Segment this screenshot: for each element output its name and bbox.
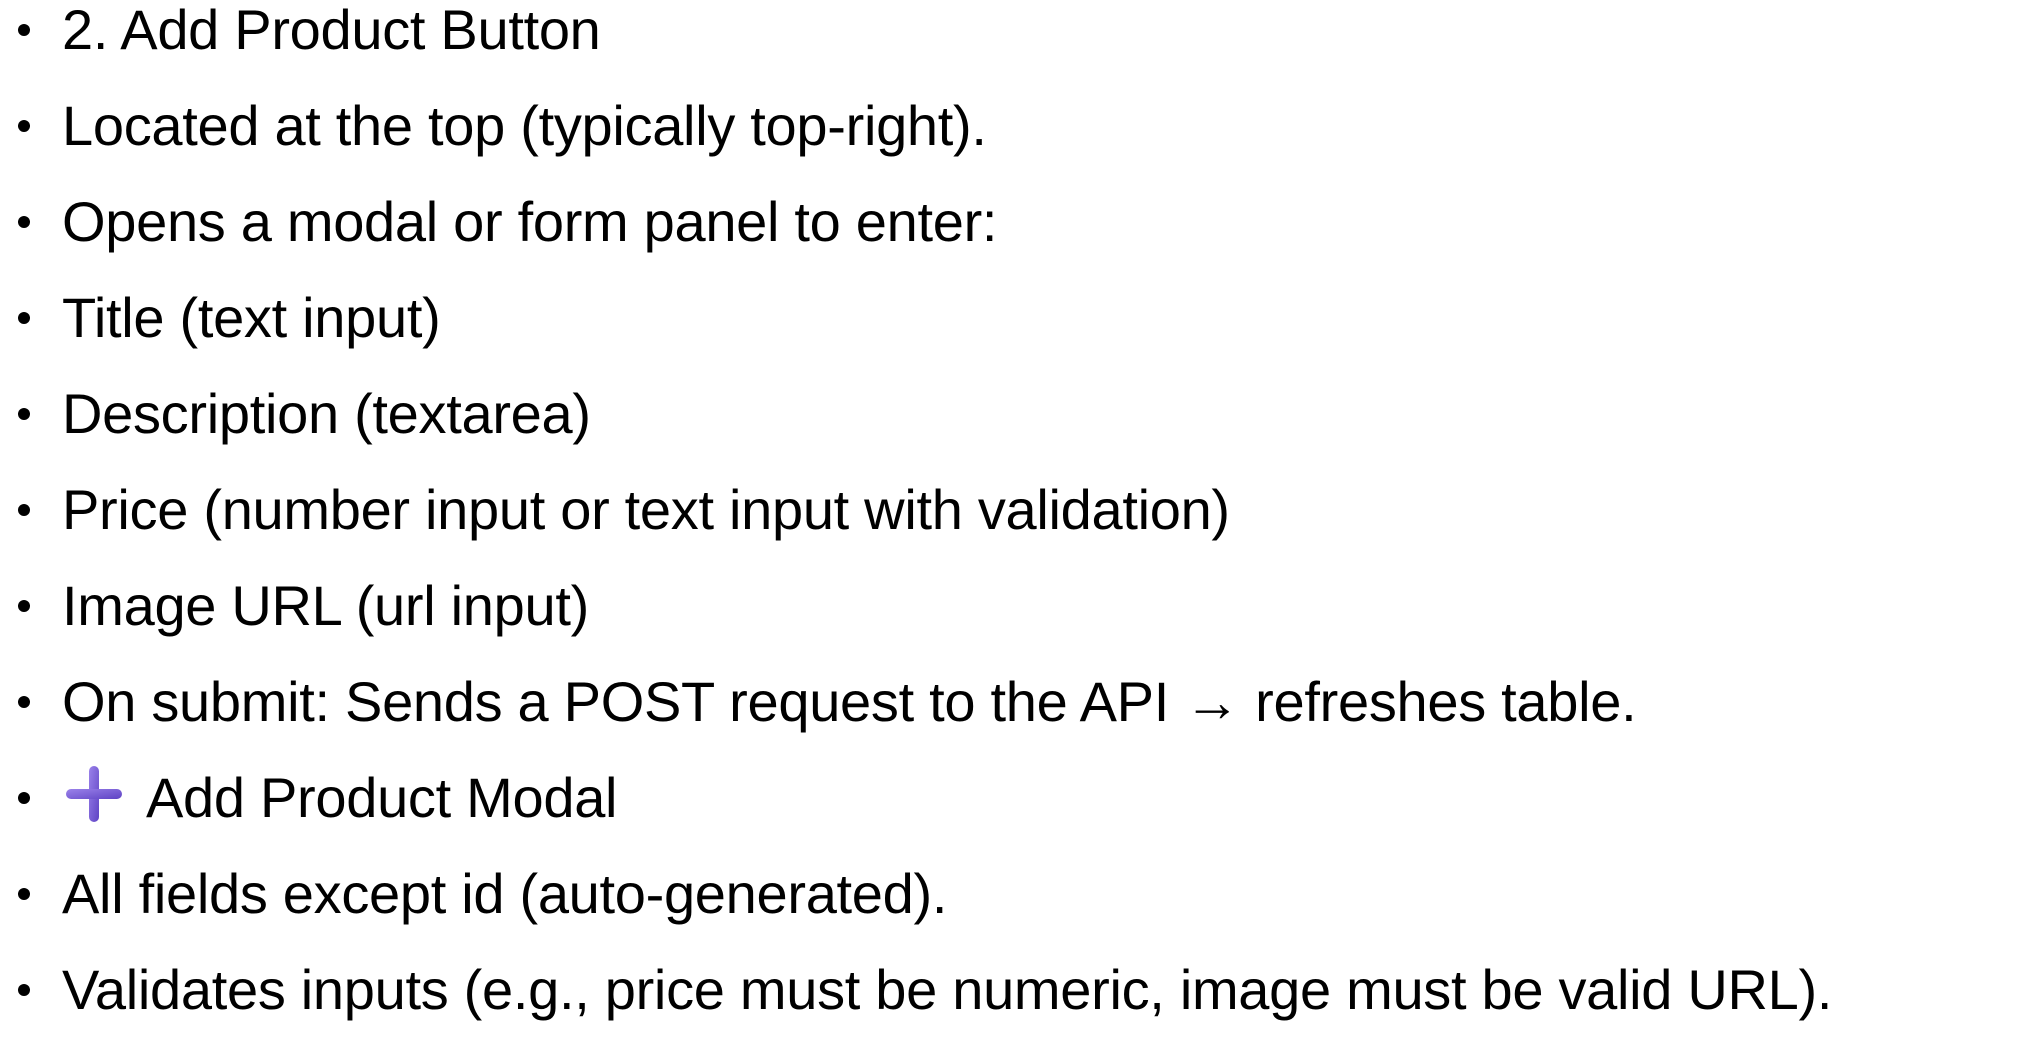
bullet-text: 2. Add Product Button — [62, 0, 601, 61]
plus-icon — [66, 766, 122, 822]
bullet-dot — [18, 504, 30, 516]
bullet-dot — [18, 696, 30, 708]
bullet-text: Title (text input) — [62, 286, 441, 349]
bullet-text: Image URL (url input) — [62, 574, 589, 637]
bullet-text: Located at the top (typically top-right)… — [62, 94, 987, 157]
bullet-text: On submit: Sends a POST request to the A… — [62, 670, 1637, 733]
bullet-text: Opens a modal or form panel to enter: — [62, 190, 998, 253]
bullet-dot — [18, 408, 30, 420]
bullet-dot — [18, 792, 30, 804]
bullet-text: Price (number input or text input with v… — [62, 478, 1230, 541]
bullet-dot — [18, 120, 30, 132]
bullet-dot — [18, 312, 30, 324]
bullet-text: Validates inputs (e.g., price must be nu… — [62, 958, 1833, 1021]
bullet-label: Add Product Modal — [146, 766, 618, 829]
bullet-dot — [18, 984, 30, 996]
bullet-text: Description (textarea) — [62, 382, 591, 445]
bullet-dot — [18, 24, 30, 36]
bullet-dot — [18, 888, 30, 900]
bullet-text-with-icon: Add Product Modal — [62, 766, 618, 829]
bullet-dot — [18, 216, 30, 228]
bullet-text: All fields except id (auto-generated). — [62, 862, 948, 925]
bullet-dot — [18, 600, 30, 612]
